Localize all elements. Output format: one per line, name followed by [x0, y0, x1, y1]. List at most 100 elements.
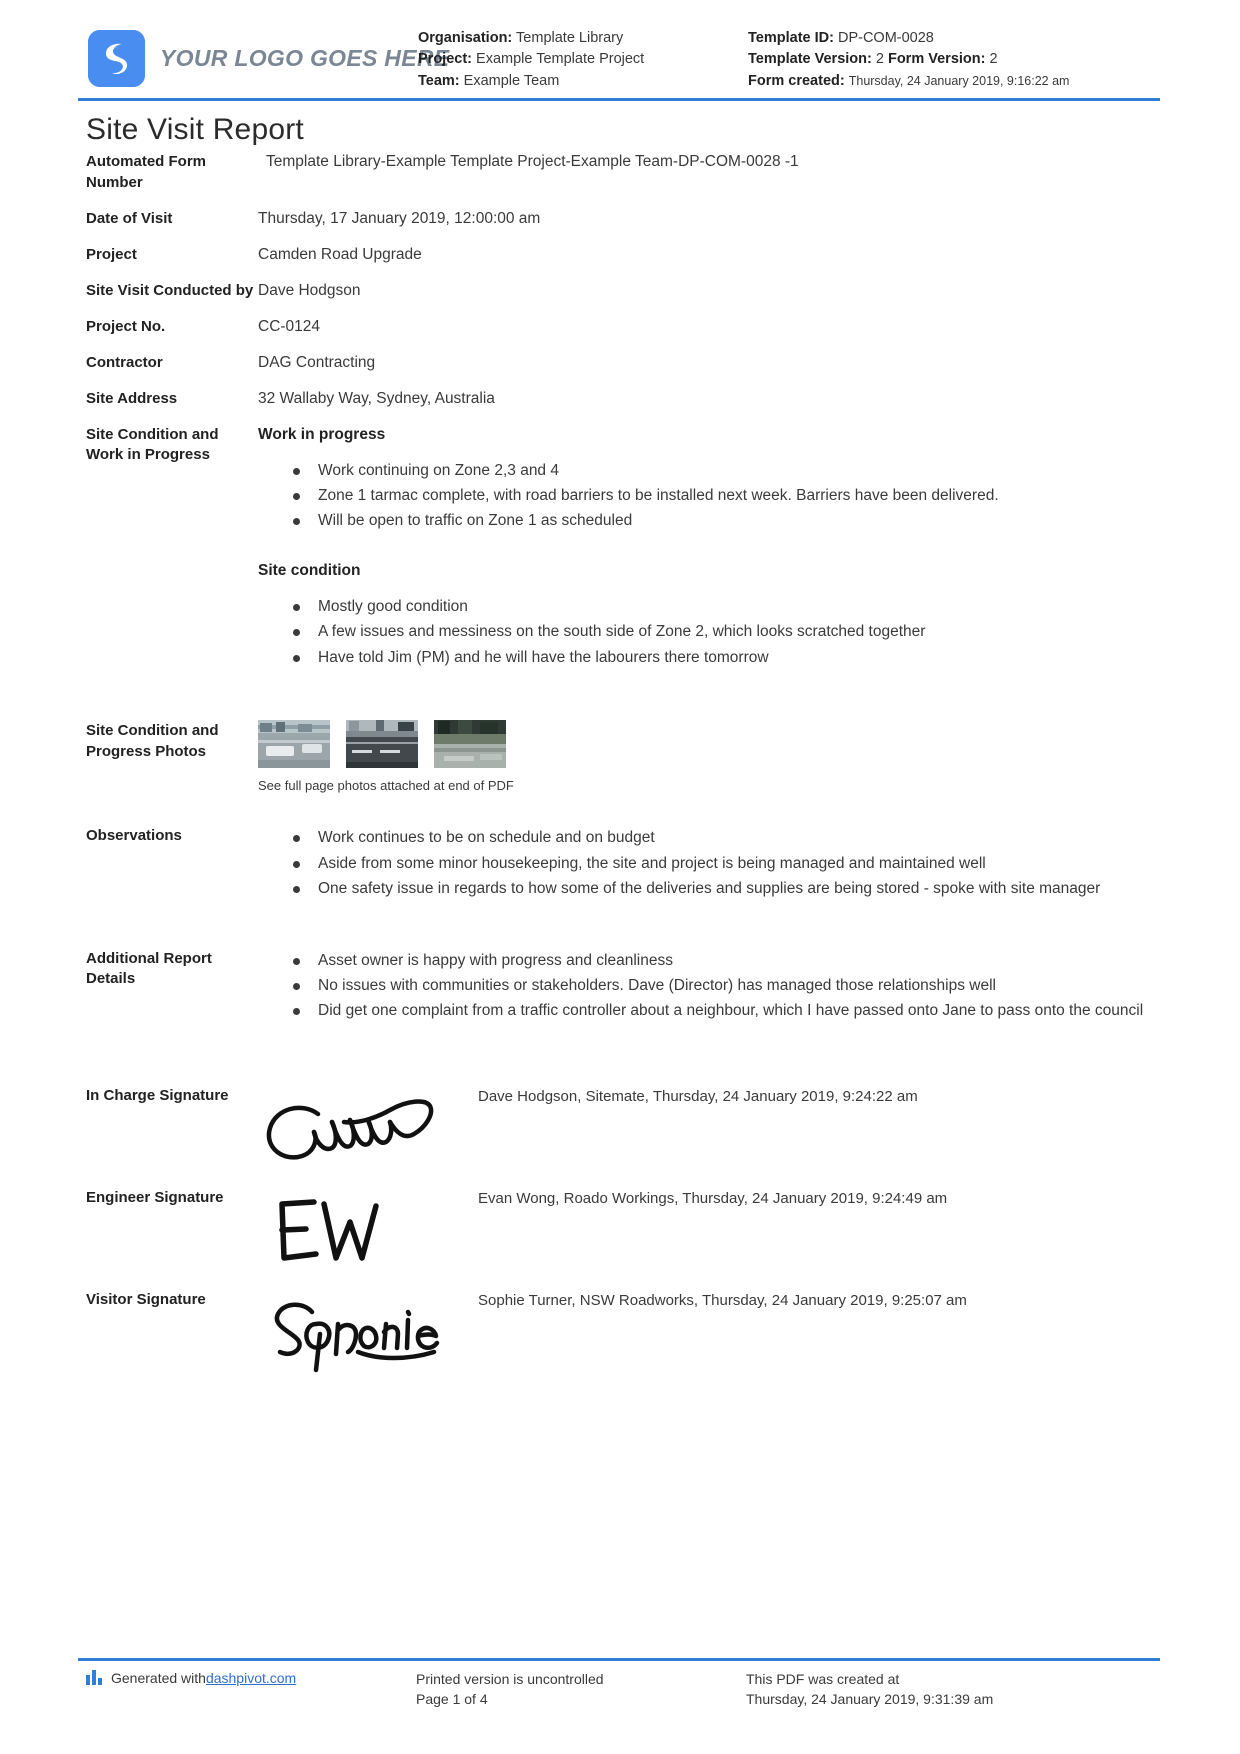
field-row-site-condition-work: Site Condition and Work in Progress Work…	[86, 424, 1160, 672]
organisation-label: Organisation:	[418, 30, 513, 46]
engineer-signature-meta: Evan Wong, Roado Workings, Thursday, 24 …	[478, 1189, 948, 1207]
project-no-value: CC-0124	[258, 317, 321, 335]
engineer-signature-label: Engineer Signature	[86, 1188, 224, 1206]
automated-form-number-label: Automated Form Number	[86, 153, 206, 192]
contractor-value: DAG Contracting	[258, 353, 376, 371]
bar-chart-icon	[86, 1670, 104, 1688]
organisation-line: Organisation: Template Library	[418, 28, 748, 49]
footer-generated-text: Generated with	[111, 1670, 206, 1687]
footer-uncontrolled-text: Printed version is uncontrolled	[416, 1671, 604, 1688]
header-meta-left: Organisation: Template Library Project: …	[418, 22, 748, 92]
photos-caption: See full page photos attached at end of …	[258, 777, 514, 793]
conducted-by-value: Dave Hodgson	[258, 281, 361, 299]
in-charge-signature-meta: Dave Hodgson, Sitemate, Thursday, 24 Jan…	[478, 1087, 918, 1105]
project-label: Project:	[418, 51, 472, 68]
additional-details-list: Asset owner is happy with progress and c…	[258, 950, 1160, 1022]
document-header: YOUR LOGO GOES HERE Organisation: Templa…	[0, 0, 1240, 92]
field-row-automated-form-number: Automated Form Number Template Library-E…	[86, 151, 1160, 193]
form-created-line: Form created: Thursday, 24 January 2019,…	[748, 71, 1160, 92]
visitor-signature-label: Visitor Signature	[86, 1290, 206, 1308]
document-footer: Generated with dashpivot.com Printed ver…	[0, 1658, 1240, 1710]
template-id-value: DP-COM-0028	[837, 30, 934, 46]
site-condition-list: Mostly good condition A few issues and m…	[258, 596, 1160, 668]
list-item: A few issues and messiness on the south …	[293, 621, 1160, 642]
field-row-date-of-visit: Date of Visit Thursday, 17 January 2019,…	[86, 208, 1160, 230]
project-field-value: Camden Road Upgrade	[258, 245, 422, 263]
photos-value: See full page photos attached at end of …	[258, 719, 1160, 795]
signature-row-visitor: Visitor Signature Sophie Turner, NSW Roa…	[86, 1290, 1160, 1376]
site-photo-roadside-vegetation[interactable]	[434, 719, 506, 768]
site-photo-road-kerb[interactable]	[258, 719, 330, 768]
template-version-line: Template Version: 2 Form Version: 2	[748, 49, 1160, 70]
site-condition-heading: Site condition	[258, 561, 361, 579]
work-in-progress-heading: Work in progress	[258, 425, 386, 443]
conducted-by-label: Site Visit Conducted by	[86, 281, 254, 299]
site-photo-road-works[interactable]	[346, 719, 418, 768]
dashpivot-logo-icon	[88, 30, 145, 87]
template-version-label: Template Version:	[748, 51, 872, 68]
template-id-label: Template ID:	[748, 30, 834, 46]
list-item: Did get one complaint from a traffic con…	[293, 1000, 1160, 1021]
signature-row-engineer: Engineer Signature Evan Wong, Roado Work…	[86, 1188, 1160, 1274]
observations-label: Observations	[86, 827, 182, 845]
template-id-line: Template ID: DP-COM-0028	[748, 28, 1160, 49]
observations-list: Work continues to be on schedule and on …	[258, 827, 1160, 899]
list-item: One safety issue in regards to how some …	[293, 878, 1160, 899]
footer-created-label: This PDF was created at	[746, 1671, 900, 1688]
list-item: Work continuing on Zone 2,3 and 4	[293, 460, 1160, 481]
list-item: Will be open to traffic on Zone 1 as sch…	[293, 510, 1160, 531]
footer-generated-with: Generated with dashpivot.com	[86, 1670, 416, 1710]
field-row-additional-details: Additional Report Details Asset owner is…	[86, 948, 1160, 1026]
footer-page-info: Printed version is uncontrolled Page 1 o…	[416, 1670, 746, 1710]
list-item: Have told Jim (PM) and he will have the …	[293, 647, 1160, 668]
visitor-signature-meta: Sophie Turner, NSW Roadworks, Thursday, …	[478, 1291, 967, 1309]
site-address-label: Site Address	[86, 389, 178, 407]
date-of-visit-value: Thursday, 17 January 2019, 12:00:00 am	[258, 209, 541, 227]
list-item: Zone 1 tarmac complete, with road barrie…	[293, 485, 1160, 506]
field-row-project: Project Camden Road Upgrade	[86, 244, 1160, 266]
list-item: Aside from some minor housekeeping, the …	[293, 853, 1160, 874]
engineer-signature-image	[258, 1188, 478, 1274]
additional-details-value: Asset owner is happy with progress and c…	[258, 948, 1160, 1026]
list-item: Mostly good condition	[293, 596, 1160, 617]
field-row-observations: Observations Work continues to be on sch…	[86, 825, 1160, 903]
photo-thumbnails	[258, 719, 1160, 768]
document-body: Automated Form Number Template Library-E…	[0, 151, 1240, 1375]
organisation-value: Template Library	[516, 30, 624, 46]
project-line: Project: Example Template Project	[418, 49, 748, 70]
team-value: Example Team	[463, 72, 560, 89]
field-row-project-no: Project No. CC-0124	[86, 316, 1160, 338]
team-label: Team:	[418, 72, 460, 89]
list-item: Work continues to be on schedule and on …	[293, 827, 1160, 848]
form-version-label: Form Version:	[887, 51, 986, 68]
page-title: Site Visit Report	[86, 113, 304, 147]
form-version-value: 2	[989, 51, 998, 68]
automated-form-number-value: Template Library-Example Template Projec…	[266, 153, 799, 171]
field-row-site-address: Site Address 32 Wallaby Way, Sydney, Aus…	[86, 388, 1160, 410]
in-charge-signature-image	[258, 1086, 478, 1172]
footer-page-number: Page 1 of 4	[416, 1691, 488, 1708]
project-no-label: Project No.	[86, 317, 166, 335]
in-charge-signature-label: In Charge Signature	[86, 1086, 229, 1104]
project-value: Example Template Project	[476, 51, 645, 68]
site-condition-work-label: Site Condition and Work in Progress	[86, 425, 219, 464]
form-created-label: Form created:	[748, 72, 845, 89]
team-line: Team: Example Team	[418, 71, 748, 92]
document-page: YOUR LOGO GOES HERE Organisation: Templa…	[0, 0, 1240, 1754]
signature-row-in-charge: In Charge Signature Dave Hodgson, Sitema…	[86, 1086, 1160, 1172]
list-item: No issues with communities or stakeholde…	[293, 975, 1160, 996]
date-of-visit-label: Date of Visit	[86, 209, 173, 227]
project-field-label: Project	[86, 245, 137, 263]
template-version-value: 2	[875, 51, 884, 68]
work-in-progress-list: Work continuing on Zone 2,3 and 4 Zone 1…	[258, 460, 1160, 532]
observations-value: Work continues to be on schedule and on …	[258, 825, 1160, 903]
field-row-conducted-by: Site Visit Conducted by Dave Hodgson	[86, 280, 1160, 302]
field-row-photos: Site Condition and Progress Photos See f…	[86, 719, 1160, 795]
site-condition-work-value: Work in progress Work continuing on Zone…	[258, 424, 1160, 672]
photos-label: Site Condition and Progress Photos	[86, 721, 219, 760]
visitor-signature-image	[258, 1290, 478, 1376]
form-created-value: Thursday, 24 January 2019, 9:16:22 am	[848, 73, 1070, 88]
list-item: Asset owner is happy with progress and c…	[293, 950, 1160, 971]
site-address-value: 32 Wallaby Way, Sydney, Australia	[258, 389, 495, 407]
dashpivot-link[interactable]: dashpivot.com	[206, 1670, 296, 1686]
